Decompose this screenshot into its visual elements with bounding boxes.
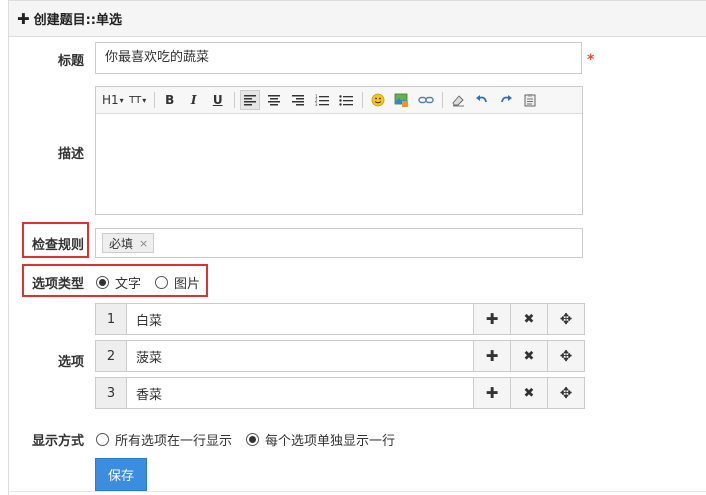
option-number: 2	[95, 340, 127, 372]
remove-icon[interactable]: ✖	[511, 340, 548, 372]
paste-button[interactable]	[520, 90, 540, 110]
close-icon[interactable]: ×	[139, 237, 148, 250]
editor-toolbar: H1 ▾ TT ▾ B I U 123	[96, 87, 582, 114]
description-label: 描述	[57, 147, 84, 162]
option-input[interactable]: 菠菜	[127, 340, 474, 372]
option-number: 1	[95, 303, 127, 335]
chevron-down-icon: ▾	[142, 95, 147, 105]
add-icon[interactable]: ✚	[474, 303, 511, 335]
required-mark: *	[587, 52, 595, 68]
rule-tag-label: 必填	[109, 236, 134, 251]
move-icon[interactable]: ✥	[548, 377, 585, 409]
add-icon[interactable]: ✚	[474, 377, 511, 409]
radio-unchecked-icon	[96, 433, 109, 446]
display-mode-label: 显示方式	[31, 434, 84, 449]
move-icon[interactable]: ✥	[548, 303, 585, 335]
remove-icon[interactable]: ✖	[511, 377, 548, 409]
toolbar-divider	[233, 92, 235, 108]
align-right-icon	[291, 95, 304, 106]
unordered-list-icon	[338, 95, 353, 106]
option-input[interactable]: 白菜	[127, 303, 474, 335]
type-image-radio[interactable]: 图片	[155, 273, 200, 292]
description-editor: H1 ▾ TT ▾ B I U 123	[95, 86, 583, 215]
option-row: 2 菠菜 ✚ ✖ ✥	[95, 340, 585, 372]
option-input[interactable]: 香菜	[127, 377, 474, 409]
title-input[interactable]: 你最喜欢吃的蔬菜	[95, 42, 582, 74]
undo-icon	[475, 95, 487, 103]
clipboard-icon	[524, 94, 536, 107]
panel-header: ✚ 创建题目::单选	[9, 1, 706, 37]
display-separate-radio[interactable]: 每个选项单独显示一行	[246, 430, 395, 449]
plus-icon: ✚	[17, 9, 30, 28]
options-label: 选项	[57, 355, 84, 370]
chevron-down-icon: ▾	[119, 95, 124, 105]
align-center-button[interactable]	[264, 90, 284, 110]
option-row: 3 香菜 ✚ ✖ ✥	[95, 377, 585, 409]
type-text-label: 文字	[115, 277, 142, 292]
font-size-button[interactable]: TT ▾	[128, 90, 148, 110]
display-inline-label: 所有选项在一行显示	[115, 434, 233, 449]
align-right-button[interactable]	[288, 90, 308, 110]
type-text-radio[interactable]: 文字	[96, 273, 141, 292]
editor-content-area[interactable]	[96, 114, 582, 214]
rule-label: 检查规则	[31, 238, 84, 253]
panel-title: 创建题目::单选	[33, 13, 122, 28]
align-left-icon	[243, 95, 256, 106]
eraser-button[interactable]	[448, 90, 468, 110]
save-button[interactable]: 保存	[95, 458, 147, 491]
unordered-list-button[interactable]	[336, 90, 356, 110]
rule-tags-input[interactable]: 必填 ×	[95, 228, 583, 258]
align-left-button[interactable]	[239, 90, 260, 110]
eraser-icon	[452, 95, 464, 107]
toolbar-divider	[441, 92, 443, 108]
link-icon	[417, 96, 434, 104]
redo-button[interactable]	[496, 90, 516, 110]
option-type-label: 选项类型	[31, 277, 84, 292]
image-icon	[394, 93, 409, 107]
heading-label: H1	[102, 93, 119, 107]
display-separate-label: 每个选项单独显示一行	[265, 434, 396, 449]
display-inline-radio[interactable]: 所有选项在一行显示	[96, 430, 232, 449]
svg-text:3: 3	[315, 102, 318, 106]
ordered-list-button[interactable]: 123	[312, 90, 332, 110]
option-number: 3	[95, 377, 127, 409]
undo-button[interactable]	[472, 90, 492, 110]
type-image-label: 图片	[174, 277, 201, 292]
rule-tag: 必填 ×	[102, 233, 155, 253]
title-label: 标题	[57, 54, 84, 69]
add-icon[interactable]: ✚	[474, 340, 511, 372]
option-row: 1 白菜 ✚ ✖ ✥	[95, 303, 585, 335]
emoji-icon	[371, 93, 385, 107]
link-button[interactable]	[416, 90, 436, 110]
underline-button[interactable]: U	[208, 90, 228, 110]
redo-icon	[500, 95, 512, 103]
bold-button[interactable]: B	[160, 90, 180, 110]
align-center-icon	[267, 95, 280, 106]
toolbar-divider	[361, 92, 363, 108]
emoji-button[interactable]	[368, 90, 388, 110]
image-button[interactable]	[392, 90, 412, 110]
font-size-label: TT	[129, 94, 142, 106]
ordered-list-icon: 123	[315, 94, 329, 106]
bottom-divider	[8, 491, 706, 492]
radio-checked-icon	[246, 433, 259, 446]
move-icon[interactable]: ✥	[548, 340, 585, 372]
remove-icon[interactable]: ✖	[511, 303, 548, 335]
radio-unchecked-icon	[155, 276, 168, 289]
radio-checked-icon	[96, 276, 109, 289]
italic-button[interactable]: I	[184, 90, 204, 110]
heading-button[interactable]: H1 ▾	[102, 90, 124, 110]
toolbar-divider	[153, 92, 155, 108]
